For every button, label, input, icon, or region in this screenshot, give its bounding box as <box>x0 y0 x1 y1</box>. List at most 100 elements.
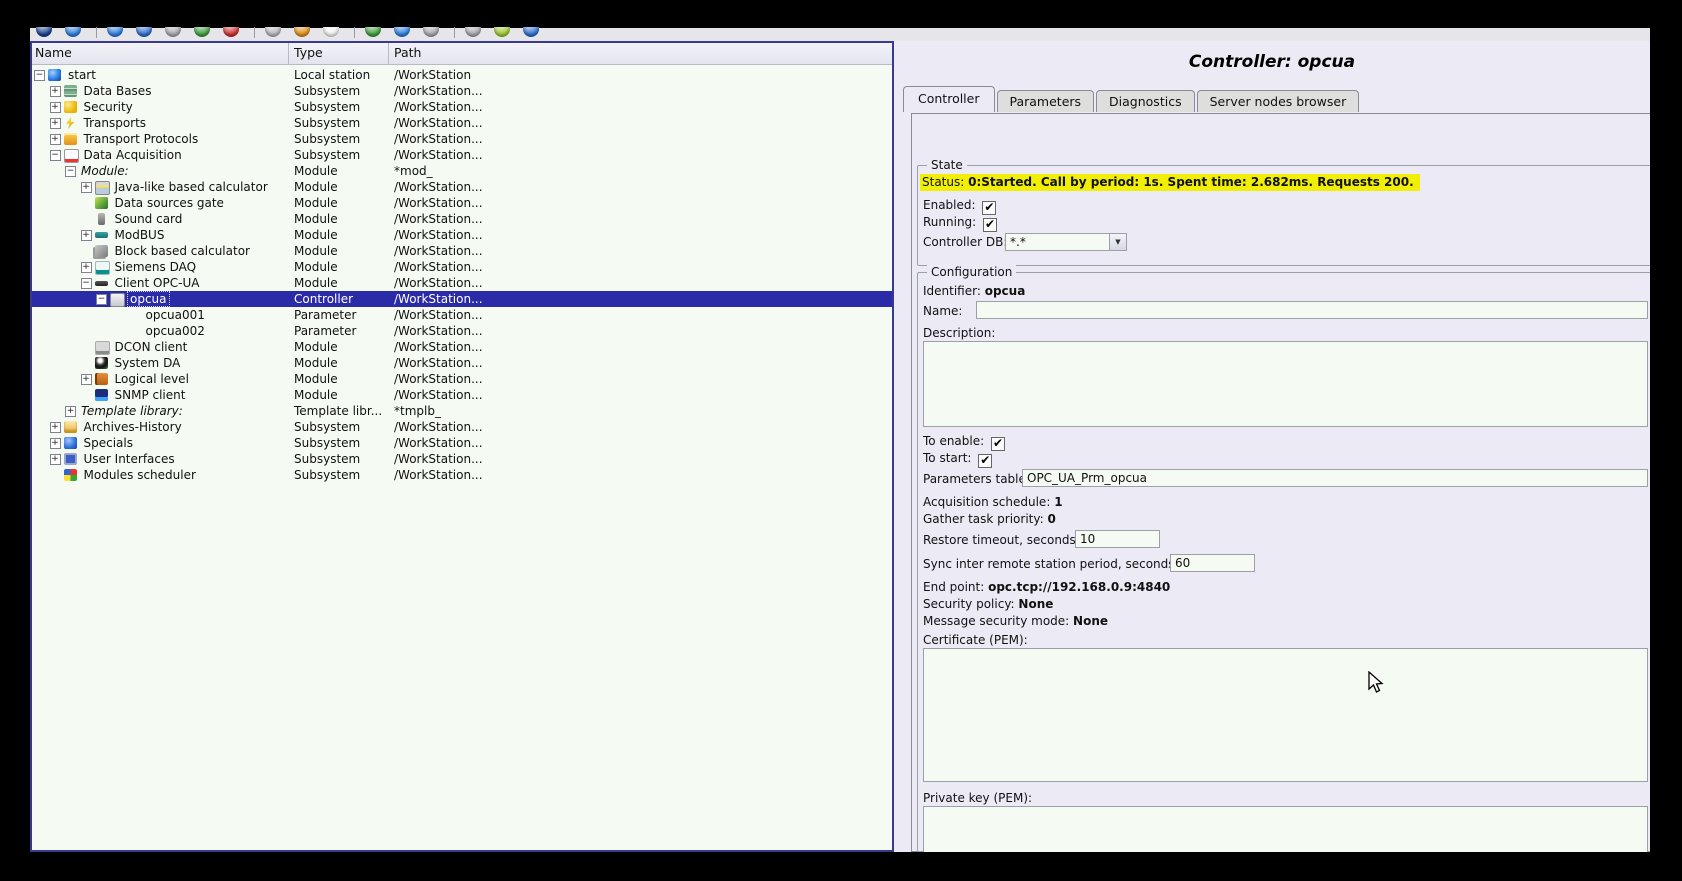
description-textarea[interactable] <box>923 341 1648 427</box>
tree-row[interactable]: System DAModule/WorkStation... <box>32 355 892 371</box>
tree-row[interactable]: −opcuaController/WorkStation... <box>32 291 892 307</box>
collapse-icon[interactable]: − <box>96 294 107 305</box>
tree-item-label[interactable]: opcua <box>128 292 169 306</box>
tree-header-name[interactable]: Name <box>35 45 72 60</box>
tree-item-label[interactable]: System DA <box>115 356 181 370</box>
expand-icon[interactable]: + <box>81 262 92 273</box>
tree-item-label[interactable]: opcua002 <box>146 324 205 338</box>
tree-item-label[interactable]: Block based calculator <box>115 244 250 258</box>
tree-item-label[interactable]: Template library: <box>81 404 183 418</box>
expand-icon[interactable]: + <box>50 118 61 129</box>
sync-period-input[interactable]: 60 <box>1170 554 1255 572</box>
tree-row[interactable]: Data sources gateModule/WorkStation... <box>32 195 892 211</box>
tree-row[interactable]: +ModBUSModule/WorkStation... <box>32 227 892 243</box>
tree-row[interactable]: +Siemens DAQModule/WorkStation... <box>32 259 892 275</box>
tree-item-label[interactable]: SNMP client <box>115 388 186 402</box>
restore-timeout-input[interactable]: 10 <box>1075 530 1160 548</box>
tree-row[interactable]: DCON clientModule/WorkStation... <box>32 339 892 355</box>
save-all-icon[interactable] <box>136 27 152 37</box>
item-del-icon[interactable] <box>223 27 239 37</box>
tree-row[interactable]: +TransportsSubsystem/WorkStation... <box>32 115 892 131</box>
tree-item-label[interactable]: Data sources gate <box>115 196 224 210</box>
tree-row[interactable]: Block based calculatorModule/WorkStation… <box>32 243 892 259</box>
tree-row[interactable]: +SpecialsSubsystem/WorkStation... <box>32 435 892 451</box>
load-icon[interactable] <box>65 27 81 37</box>
tree-row[interactable]: opcua002Parameter/WorkStation... <box>32 323 892 339</box>
expand-icon[interactable]: + <box>50 438 61 449</box>
tree-row[interactable]: Sound cardModule/WorkStation... <box>32 211 892 227</box>
item-add-icon[interactable] <box>194 27 210 37</box>
collapse-icon[interactable]: − <box>50 150 61 161</box>
tree-item-label[interactable]: Data Acquisition <box>84 148 182 162</box>
certificate-textarea[interactable] <box>923 648 1648 782</box>
stop-station-icon[interactable] <box>523 27 539 37</box>
tree-row[interactable]: +Logical levelModule/WorkStation... <box>32 371 892 387</box>
collapse-icon[interactable]: − <box>34 70 45 81</box>
tree-item-label[interactable]: Siemens DAQ <box>115 260 197 274</box>
cut-icon[interactable] <box>294 27 310 37</box>
next-icon[interactable] <box>465 27 481 37</box>
tree-item-label[interactable]: Specials <box>84 436 134 450</box>
column-divider[interactable] <box>288 43 289 64</box>
tree-item-label[interactable]: Java-like based calculator <box>115 180 268 194</box>
tree-item-label[interactable]: Client OPC-UA <box>115 276 200 290</box>
start-station-icon[interactable] <box>494 27 510 37</box>
up-icon[interactable] <box>394 27 410 37</box>
tree-row[interactable]: Modules schedulerSubsystem/WorkStation..… <box>32 467 892 483</box>
name-input[interactable] <box>976 301 1648 319</box>
tree-item-label[interactable]: Modules scheduler <box>84 468 196 482</box>
tree-item-label[interactable]: Archives-History <box>84 420 182 434</box>
tree-item-label[interactable]: Sound card <box>115 212 183 226</box>
tree-item-label[interactable]: Transport Protocols <box>84 132 199 146</box>
running-checkbox[interactable]: ✔ <box>983 218 997 232</box>
tree-row[interactable]: +Template library:Template libr...*tmplb… <box>32 403 892 419</box>
tree-row[interactable]: +Java-like based calculatorModule/WorkSt… <box>32 179 892 195</box>
tree-item-label[interactable]: Transports <box>84 116 147 130</box>
enabled-checkbox[interactable]: ✔ <box>982 201 996 215</box>
tree-item-label[interactable]: start <box>68 68 96 82</box>
tab-server-nodes-browser[interactable]: Server nodes browser <box>1197 90 1360 112</box>
controller-db-select[interactable]: *.* ▼ <box>1005 233 1127 251</box>
tree-row[interactable]: +Archives-HistorySubsystem/WorkStation..… <box>32 419 892 435</box>
collapse-icon[interactable]: − <box>65 166 76 177</box>
tree-item-label[interactable]: Security <box>84 100 133 114</box>
private-key-textarea[interactable] <box>923 806 1648 852</box>
tree-header-path[interactable]: Path <box>394 45 421 60</box>
expand-icon[interactable]: + <box>50 102 61 113</box>
tab-parameters[interactable]: Parameters <box>997 90 1095 112</box>
tree-row[interactable]: +User InterfacesSubsystem/WorkStation... <box>32 451 892 467</box>
copy-icon[interactable] <box>265 27 281 37</box>
tree-item-label[interactable]: Module: <box>81 164 129 178</box>
tree-row[interactable]: −Client OPC-UAModule/WorkStation... <box>32 275 892 291</box>
expand-icon[interactable]: + <box>50 422 61 433</box>
expand-icon[interactable]: + <box>81 374 92 385</box>
parameters-table-input[interactable]: OPC_UA_Prm_opcua <box>1022 469 1648 487</box>
reload-icon[interactable] <box>165 27 181 37</box>
tree-row[interactable]: −Module:Module*mod_ <box>32 163 892 179</box>
tree-row[interactable]: +Transport ProtocolsSubsystem/WorkStatio… <box>32 131 892 147</box>
prev-icon[interactable] <box>423 27 439 37</box>
expand-icon[interactable]: + <box>50 454 61 465</box>
connect-icon[interactable] <box>36 27 52 37</box>
tree-row[interactable]: −Data AcquisitionSubsystem/WorkStation..… <box>32 147 892 163</box>
tree-item-label[interactable]: User Interfaces <box>84 452 175 466</box>
expand-icon[interactable]: + <box>50 134 61 145</box>
tree-row[interactable]: opcua001Parameter/WorkStation... <box>32 307 892 323</box>
expand-icon[interactable]: + <box>81 182 92 193</box>
to-start-checkbox[interactable]: ✔ <box>978 454 992 468</box>
expand-icon[interactable]: + <box>50 86 61 97</box>
tree-header-type[interactable]: Type <box>294 45 323 60</box>
tab-controller[interactable]: Controller <box>903 86 995 112</box>
collapse-icon[interactable]: − <box>81 278 92 289</box>
expand-icon[interactable]: + <box>65 406 76 417</box>
tree-row[interactable]: SNMP clientModule/WorkStation... <box>32 387 892 403</box>
tab-diagnostics[interactable]: Diagnostics <box>1096 90 1195 112</box>
tree-row[interactable]: −startLocal station/WorkStation <box>32 67 892 83</box>
tree-item-label[interactable]: ModBUS <box>115 228 165 242</box>
to-enable-checkbox[interactable]: ✔ <box>991 437 1005 451</box>
paste-icon[interactable] <box>323 27 339 37</box>
chevron-down-icon[interactable]: ▼ <box>1109 234 1126 250</box>
save-icon[interactable] <box>107 27 123 37</box>
tree-item-label[interactable]: Data Bases <box>84 84 152 98</box>
tree-row[interactable]: +SecuritySubsystem/WorkStation... <box>32 99 892 115</box>
